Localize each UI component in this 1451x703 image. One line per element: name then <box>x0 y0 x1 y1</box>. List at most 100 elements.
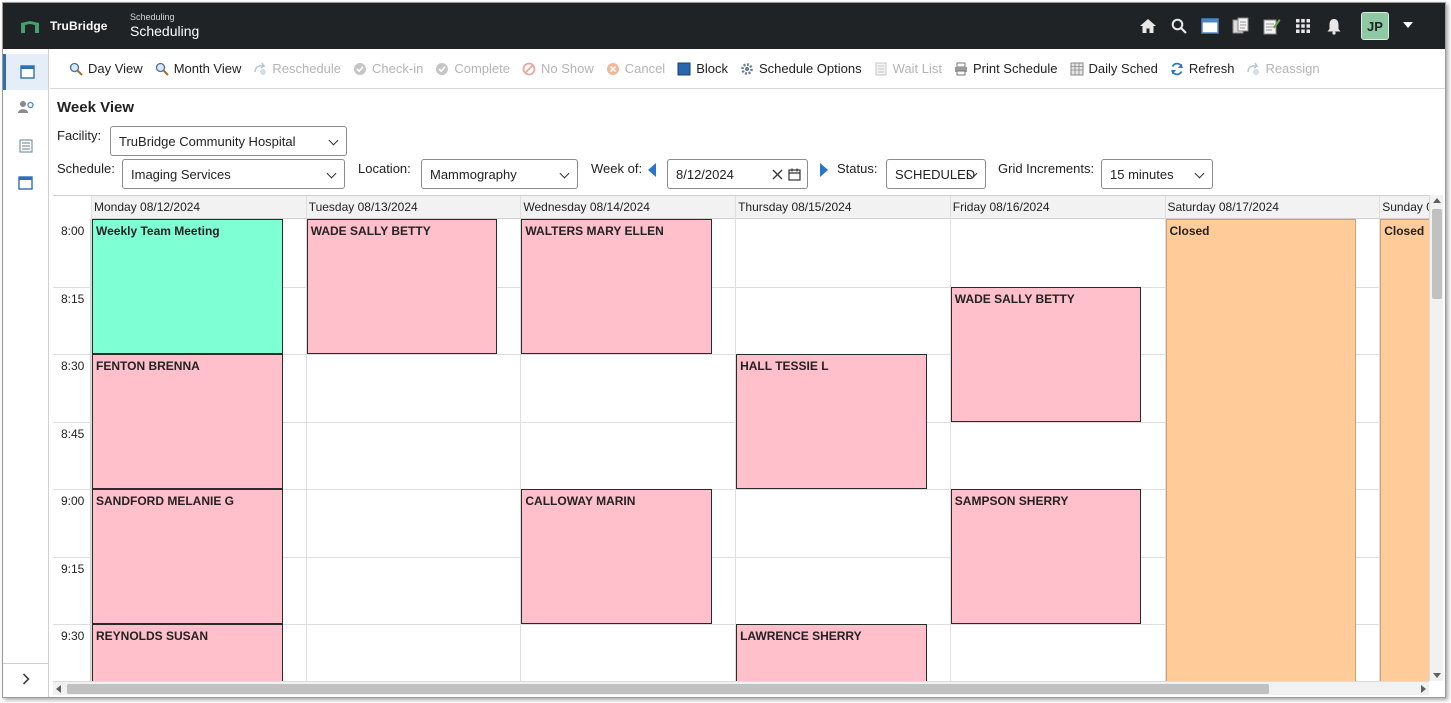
day-header[interactable]: Sunday 08/18/2024 <box>1380 196 1429 219</box>
day-view-label: Day View <box>88 61 143 76</box>
list-icon <box>19 139 32 153</box>
appointment-block[interactable]: SAMPSON SHERRY <box>950 489 1142 624</box>
appointment-label: LAWRENCE SHERRY <box>740 629 862 643</box>
reschedule-button[interactable]: Reschedule <box>253 61 341 76</box>
check-in-button[interactable]: Check-in <box>353 61 423 76</box>
brand-name: TruBridge <box>50 19 108 33</box>
reschedule-label: Reschedule <box>272 61 342 76</box>
status-select[interactable]: SCHEDULED <box>886 159 986 189</box>
search-icon[interactable] <box>1168 15 1190 37</box>
chevron-down-icon[interactable] <box>1403 22 1413 28</box>
appointment-block[interactable]: WALTERS MARY ELLEN <box>521 219 713 354</box>
grid-sheet-icon <box>1070 62 1084 75</box>
daily-sched-button[interactable]: Daily Sched <box>1070 61 1158 76</box>
horizontal-scrollbar[interactable] <box>53 681 1429 695</box>
week-calendar-grid: 8:00 8:15 8:30 8:45 9:00 9:15 9:30 Monday 08/1… <box>53 195 1429 681</box>
previous-week-arrow-icon[interactable] <box>648 163 656 177</box>
print-schedule-button[interactable]: Print Schedule <box>954 61 1058 76</box>
scroll-up-arrow-icon[interactable] <box>1433 198 1441 203</box>
time-label: 8:30 <box>61 359 85 373</box>
appointment-block[interactable]: WADE SALLY BETTY <box>306 219 498 354</box>
documents-icon[interactable] <box>1230 15 1252 37</box>
appointment-label: FENTON BRENNA <box>96 359 200 373</box>
appointment-block[interactable]: WADE SALLY BETTY <box>950 286 1142 422</box>
appointment-label: SANDFORD MELANIE G <box>96 494 234 508</box>
notes-icon[interactable] <box>1261 15 1283 37</box>
toolbar: Day View Month View Reschedule Check-in … <box>50 49 1445 89</box>
day-header[interactable]: Friday 08/16/2024 <box>950 196 1166 219</box>
rail-resources[interactable] <box>3 89 48 125</box>
closed-block[interactable]: Closed <box>1380 219 1429 681</box>
vertical-scroll-thumb[interactable] <box>1432 209 1442 299</box>
chevron-down-icon <box>326 168 337 179</box>
schedule-options-button[interactable]: Schedule Options <box>740 61 862 76</box>
window-icon[interactable] <box>1199 15 1221 37</box>
day-view-button[interactable]: Day View <box>69 61 143 76</box>
daily-sched-label: Daily Sched <box>1088 61 1158 76</box>
horizontal-scroll-thumb[interactable] <box>67 684 1269 694</box>
facility-select[interactable]: TruBridge Community Hospital <box>110 126 347 156</box>
schedule-options-label: Schedule Options <box>758 61 862 76</box>
grid-increments-value: 15 minutes <box>1110 166 1174 182</box>
reassign-button[interactable]: Reassign <box>1246 61 1320 76</box>
day-header[interactable]: Saturday 08/17/2024 <box>1165 196 1381 219</box>
cancel-button[interactable]: Cancel <box>606 61 665 76</box>
cancel-label: Cancel <box>624 61 666 76</box>
no-show-button[interactable]: No Show <box>522 61 594 76</box>
block-label: Block <box>696 61 728 76</box>
appointment-label: SAMPSON SHERRY <box>954 494 1069 508</box>
appointment-block[interactable]: REYNOLDS SUSAN <box>92 624 283 681</box>
day-header[interactable]: Monday 08/12/2024 <box>92 196 307 219</box>
refresh-button[interactable]: Refresh <box>1170 61 1234 76</box>
appointment-label: CALLOWAY MARIN <box>525 494 636 508</box>
status-label: Status: <box>837 161 878 176</box>
grid-increments-select[interactable]: 15 minutes <box>1101 159 1213 189</box>
location-select[interactable]: Mammography <box>421 159 578 189</box>
wait-list-button[interactable]: Wait List <box>874 61 942 76</box>
schedule-value: Imaging Services <box>131 166 231 182</box>
calendar-picker-icon[interactable] <box>788 168 801 181</box>
appointment-block[interactable]: SANDFORD MELANIE G <box>92 489 283 624</box>
schedule-select[interactable]: Imaging Services <box>122 159 345 189</box>
user-avatar[interactable]: JP <box>1361 12 1389 40</box>
print-schedule-label: Print Schedule <box>972 61 1058 76</box>
scroll-down-arrow-icon[interactable] <box>1433 673 1441 678</box>
scroll-right-arrow-icon[interactable] <box>1421 685 1426 693</box>
week-of-date-input[interactable]: 8/12/2024 <box>667 159 808 189</box>
day-header[interactable]: Thursday 08/15/2024 <box>736 196 951 219</box>
block-square-icon <box>677 62 691 75</box>
appointment-block[interactable]: FENTON BRENNA <box>92 354 283 489</box>
complete-button[interactable]: Complete <box>435 61 510 76</box>
home-icon[interactable] <box>1137 15 1159 37</box>
appointment-label: REYNOLDS SUSAN <box>96 629 209 643</box>
rail-calendar[interactable] <box>3 165 48 201</box>
grid-increments-label: Grid Increments: <box>998 161 1095 176</box>
check-in-label: Check-in <box>372 61 424 76</box>
next-week-arrow-icon[interactable] <box>820 163 828 177</box>
block-button[interactable]: Block <box>677 61 728 76</box>
chevron-down-icon <box>559 168 570 179</box>
rail-list[interactable] <box>3 128 48 164</box>
wait-list-label: Wait List <box>892 61 942 76</box>
day-header[interactable]: Tuesday 08/13/2024 <box>306 196 522 219</box>
appointment-label: Closed <box>1169 224 1210 238</box>
app-subtitle: Scheduling <box>130 12 175 22</box>
vertical-scrollbar[interactable] <box>1429 195 1443 681</box>
appointment-block[interactable]: CALLOWAY MARIN <box>521 489 713 624</box>
appointment-label: Closed <box>1384 224 1425 238</box>
scroll-left-arrow-icon[interactable] <box>56 685 61 693</box>
appointment-block[interactable]: HALL TESSIE L <box>736 354 927 489</box>
apps-grid-icon[interactable] <box>1292 15 1314 37</box>
clear-x-icon[interactable] <box>772 169 783 180</box>
no-show-label: No Show <box>540 61 594 76</box>
closed-block[interactable]: Closed <box>1165 219 1357 681</box>
meeting-block[interactable]: Weekly Team Meeting <box>92 219 283 354</box>
bell-icon[interactable] <box>1323 15 1345 37</box>
magnifier-icon <box>69 62 83 76</box>
month-view-button[interactable]: Month View <box>155 61 241 76</box>
rail-expand-button[interactable] <box>3 663 48 693</box>
gear-icon <box>741 62 753 75</box>
day-header[interactable]: Wednesday 08/14/2024 <box>521 196 737 219</box>
rail-calendar-week[interactable] <box>3 54 48 90</box>
appointment-block[interactable]: LAWRENCE SHERRY <box>736 624 927 681</box>
